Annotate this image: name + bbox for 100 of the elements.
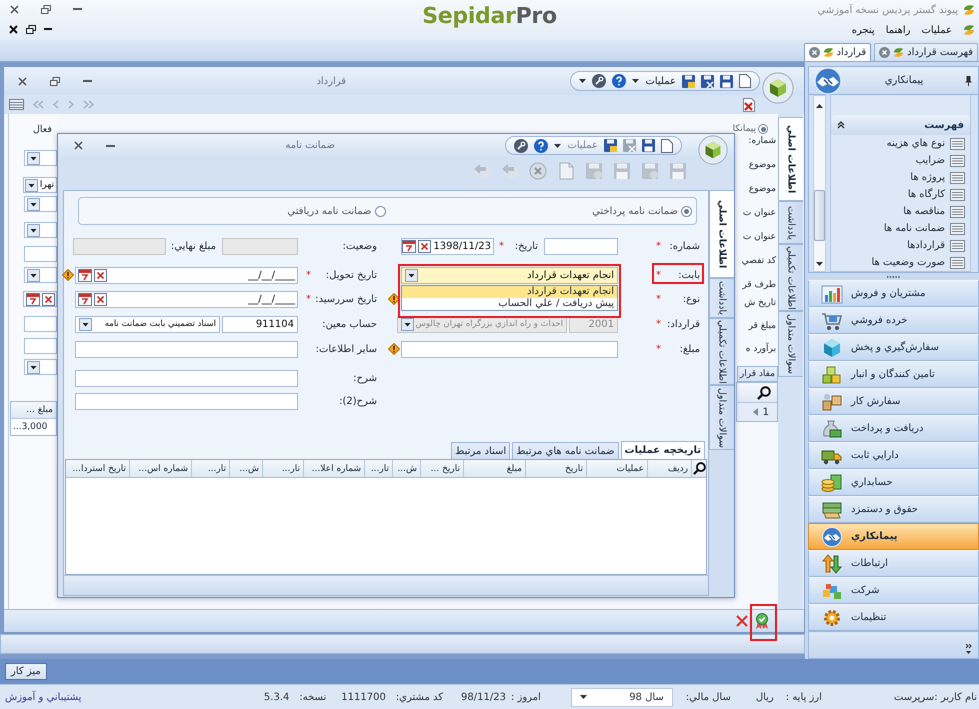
module-button[interactable]: حسابداري <box>808 469 979 496</box>
wrench-icon[interactable] <box>514 138 528 152</box>
caret-icon[interactable] <box>632 79 640 83</box>
delete-icon[interactable] <box>742 98 756 112</box>
menu-item[interactable]: عمليات <box>921 24 952 36</box>
desktop-button[interactable]: ميز کار <box>5 663 47 680</box>
column-header[interactable]: مبلغ <box>464 460 526 477</box>
collapse-icon[interactable] <box>837 121 845 129</box>
close-icon[interactable] <box>10 4 19 14</box>
calendar-icon[interactable] <box>402 240 416 252</box>
module-button[interactable]: سفارش‌گيري و پخش <box>808 334 979 361</box>
wrench-icon[interactable] <box>592 74 606 88</box>
caret-icon[interactable] <box>579 79 586 83</box>
scroll-down-icon[interactable] <box>816 262 823 266</box>
list-item[interactable]: نوع هاي هزينه <box>831 135 970 152</box>
caret-icon[interactable] <box>580 695 587 699</box>
clear-icon[interactable] <box>94 268 107 282</box>
side-tab[interactable]: سوالات متداول <box>709 385 734 450</box>
input-field[interactable] <box>75 370 298 386</box>
column-header[interactable]: تاريخ استردا... <box>66 460 130 477</box>
dropdown-field[interactable] <box>24 267 57 283</box>
side-tab[interactable]: يادداشت <box>778 201 803 244</box>
input-field[interactable] <box>24 246 57 262</box>
dropdown-field[interactable] <box>24 222 57 238</box>
column-header[interactable]: ش... <box>230 460 263 477</box>
radio-button[interactable] <box>681 206 692 216</box>
module-button[interactable]: پيمانکاري <box>808 523 979 550</box>
calendar-icon[interactable] <box>78 268 92 282</box>
list-item[interactable]: کارگاه ها <box>831 186 970 203</box>
caret-icon[interactable] <box>554 144 562 148</box>
page-number[interactable]: 1 <box>762 406 769 418</box>
column-header[interactable]: تار... <box>192 460 230 477</box>
dropdown-option[interactable]: انجام تعهدات قرارداد <box>402 286 617 298</box>
column-header[interactable]: شماره اعلا... <box>304 460 365 477</box>
close-icon[interactable] <box>74 141 83 150</box>
module-button[interactable]: دريافت و پرداخت <box>808 415 979 442</box>
cube-logo-icon[interactable] <box>762 72 794 104</box>
calendar-icon[interactable] <box>26 292 40 306</box>
previous-icon[interactable] <box>752 408 758 416</box>
column-header[interactable]: تاريخ <box>526 460 587 477</box>
module-button[interactable]: سفارش کار <box>808 388 979 415</box>
badge-check-icon[interactable] <box>755 613 769 629</box>
module-button[interactable]: مشتريان و فروش <box>808 280 979 307</box>
tab[interactable]: ضمانت نامه هاي مرتبط <box>512 442 619 459</box>
module-button[interactable]: حقوق و دستمزد <box>808 496 979 523</box>
dropdown-field[interactable] <box>24 150 57 166</box>
dropdown-option[interactable]: پيش دريافت / علي الحساب <box>402 298 617 310</box>
module-button[interactable]: شرکت <box>808 577 979 604</box>
scrollbar[interactable] <box>813 95 826 272</box>
overflow-menu-icon[interactable] <box>965 644 972 654</box>
search-icon[interactable] <box>692 462 706 475</box>
column-header[interactable]: ش... <box>393 460 421 477</box>
column-header[interactable]: تار... <box>263 460 304 477</box>
list-item[interactable]: ضرايب <box>831 152 970 169</box>
help-icon[interactable] <box>534 138 548 152</box>
clear-icon[interactable] <box>42 292 55 306</box>
code-field[interactable]: 911104 <box>222 316 298 332</box>
calendar-icon[interactable] <box>78 292 92 306</box>
column-header[interactable]: عمليات <box>587 460 648 477</box>
input-field[interactable] <box>24 338 57 354</box>
operations-menu[interactable]: عمليات <box>645 76 676 86</box>
support-link[interactable]: پشتيباني و آموزش <box>5 692 82 702</box>
close-icon[interactable] <box>9 24 18 34</box>
tab[interactable]: تاريخچه عمليات <box>620 441 705 459</box>
side-tab[interactable]: اطلاعات تکميلي <box>709 318 734 385</box>
input-field[interactable] <box>544 238 618 254</box>
restore-icon[interactable] <box>26 24 36 34</box>
restore-icon[interactable] <box>41 4 51 14</box>
document-icon[interactable] <box>661 138 673 152</box>
module-button[interactable]: ارتباطات <box>808 550 979 577</box>
document-icon[interactable] <box>739 74 751 88</box>
list-item[interactable]: پروژه ها <box>831 169 970 186</box>
fiscal-year-dropdown[interactable]: سال 98 <box>570 688 673 706</box>
search-icon[interactable] <box>757 386 771 400</box>
date-field[interactable]: __/__/____ <box>75 290 298 308</box>
side-tab[interactable]: يادداشت <box>709 278 734 318</box>
dropdown-field[interactable]: اسناد تضميني بابت ضمانت نامه <box>75 316 220 332</box>
menu-item[interactable]: پنجره <box>852 24 875 36</box>
input-field[interactable] <box>24 316 57 332</box>
menu-item[interactable]: راهنما <box>886 24 910 36</box>
document-tab[interactable]: فهرست قرارداد <box>874 43 978 61</box>
input-field[interactable] <box>401 340 618 358</box>
column-header[interactable]: تار... <box>365 460 393 477</box>
scroll-up-icon[interactable] <box>816 104 823 108</box>
document-tab[interactable]: قرارداد <box>804 43 872 61</box>
module-button[interactable]: خرده فروشي <box>808 307 979 334</box>
module-button[interactable]: تنظيمات <box>808 604 979 631</box>
list-item[interactable]: قراردادها <box>831 237 970 254</box>
module-button[interactable]: دارايي ثابت <box>808 442 979 469</box>
date-field[interactable]: __/__/____ <box>75 266 298 284</box>
clear-icon[interactable] <box>418 240 432 252</box>
column-header[interactable]: رديف <box>648 460 692 477</box>
scroll-thumb[interactable] <box>814 190 825 241</box>
column-header[interactable]: شماره اس... <box>130 460 192 477</box>
table-icon[interactable] <box>9 99 24 110</box>
side-tab[interactable]: اطلاعات اصلي <box>778 117 803 201</box>
list-item[interactable]: مناقصه ها <box>831 203 970 220</box>
cancel-icon[interactable] <box>736 615 748 627</box>
help-icon[interactable] <box>612 74 626 88</box>
radio-button[interactable] <box>374 206 386 216</box>
